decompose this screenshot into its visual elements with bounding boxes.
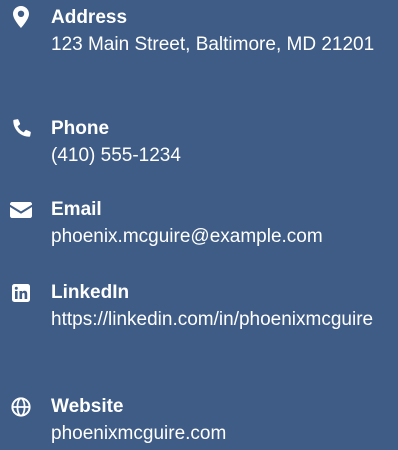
email-label: Email [51, 199, 102, 220]
phone-link[interactable]: (410) 555-1234 [51, 143, 393, 169]
address-label: Address [51, 7, 128, 28]
linkedin-link[interactable]: https://linkedin.com/in/phoenixmcguire [51, 307, 393, 333]
phone-label: Phone [51, 118, 110, 139]
website-link[interactable]: phoenixmcguire.com [51, 421, 393, 447]
linkedin-icon [8, 282, 34, 304]
linkedin-label: LinkedIn [51, 282, 130, 303]
phone-icon [8, 118, 34, 140]
contact-list: Address 123 Main Street, Baltimore, MD 2… [0, 0, 398, 450]
map-marker-icon [8, 6, 34, 28]
envelope-icon [8, 199, 34, 221]
globe-icon [8, 396, 34, 418]
address-value: 123 Main Street, Baltimore, MD 21201 [51, 34, 375, 55]
email-link[interactable]: phoenix.mcguire@example.com [51, 224, 393, 250]
website-label: Website [51, 396, 124, 417]
